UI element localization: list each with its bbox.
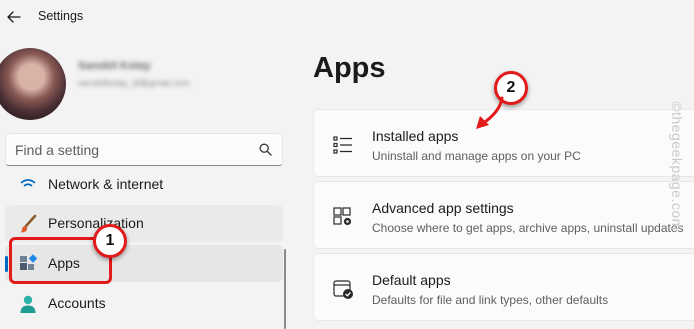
app-gear-icon (333, 207, 352, 226)
sidebar-item-label: Network & internet (48, 176, 164, 192)
sidebar-item-label: Accounts (48, 295, 106, 311)
person-icon (20, 295, 36, 313)
card-advanced-app-settings[interactable]: Advanced app settings Choose where to ge… (313, 181, 694, 249)
profile-name: Sanskit Kotay (78, 60, 151, 72)
card-subtitle: Uninstall and manage apps on your PC (372, 149, 581, 163)
sidebar-scrollbar[interactable] (284, 249, 286, 329)
sidebar-item-accounts[interactable]: Accounts (5, 285, 283, 322)
sidebar-item-network[interactable]: Network & internet (5, 172, 283, 203)
search-icon[interactable] (259, 143, 272, 156)
card-subtitle: Defaults for file and link types, other … (372, 293, 609, 307)
search-input[interactable] (15, 134, 255, 165)
card-title: Advanced app settings (372, 200, 514, 216)
settings-window: Settings Sanskit Kotay sanskitkotay_dl@g… (0, 0, 694, 329)
selected-indicator (5, 256, 8, 272)
card-subtitle: Choose where to get apps, archive apps, … (372, 221, 684, 235)
profile-email: sanskitkotay_dl@gmail.com (78, 78, 190, 88)
default-apps-icon (333, 280, 353, 299)
watermark: ©thegeekpage.com (669, 101, 685, 231)
list-icon (333, 136, 352, 154)
card-title: Installed apps (372, 128, 459, 144)
sidebar-item-label: Personalization (48, 215, 144, 231)
brush-icon (20, 214, 37, 233)
avatar[interactable] (0, 48, 66, 120)
annotation-arrow-icon (476, 96, 504, 129)
annotation-step-1: 1 (93, 224, 127, 258)
back-arrow-icon[interactable] (4, 7, 24, 27)
search-box[interactable] (5, 133, 283, 166)
window-title: Settings (38, 9, 84, 23)
page-title: Apps (313, 52, 386, 84)
card-title: Default apps (372, 272, 451, 288)
card-default-apps[interactable]: Default apps Defaults for file and link … (313, 253, 694, 321)
wifi-icon (20, 179, 36, 187)
